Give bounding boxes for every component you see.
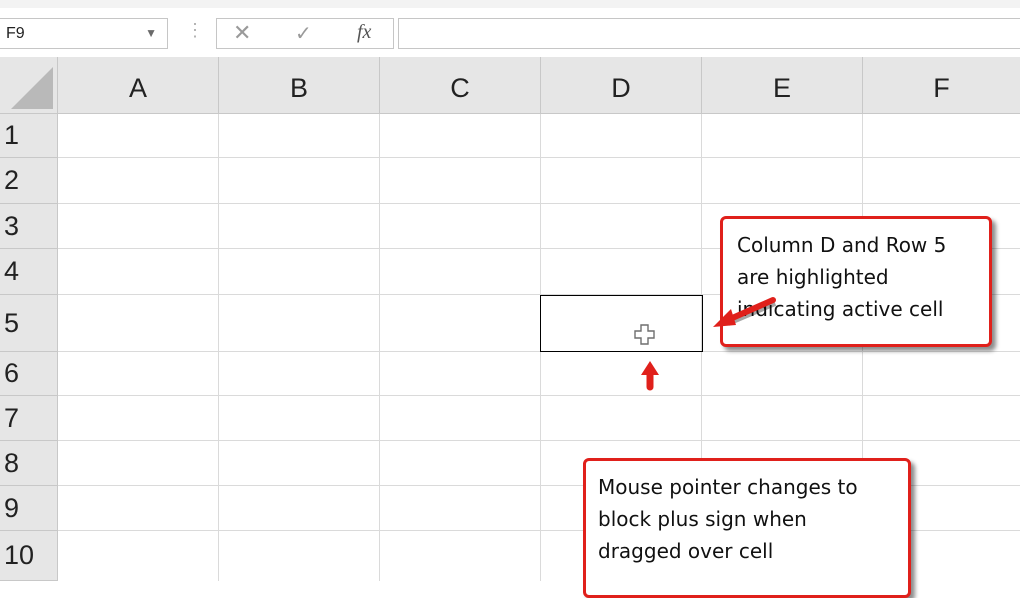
callout-line: Mouse pointer changes to [598, 475, 858, 499]
row-gridline [58, 351, 1020, 352]
callout-mouse-pointer: Mouse pointer changes to block plus sign… [583, 458, 911, 598]
select-all-button[interactable] [0, 57, 58, 114]
name-box[interactable]: F9 ▼ [0, 18, 168, 49]
callout-line: are highlighted [737, 265, 889, 289]
column-header-a[interactable]: A [58, 57, 219, 114]
column-header-f[interactable]: F [863, 57, 1020, 114]
row-header-9[interactable]: 9 [0, 486, 58, 531]
name-box-dropdown-icon[interactable]: ▼ [145, 26, 157, 40]
cancel-icon[interactable]: ✕ [233, 20, 251, 46]
select-all-icon [11, 67, 53, 109]
enter-icon[interactable]: ✓ [295, 21, 312, 46]
formula-buttons: ✕ ✓ fx [216, 18, 394, 49]
column-header-e[interactable]: E [702, 57, 863, 114]
column-header-d[interactable]: D [541, 57, 702, 114]
arrow-to-pointer [641, 361, 659, 391]
callout-line: block plus sign when [598, 507, 807, 531]
worksheet-grid: A B C D E F 1 2 3 4 5 6 7 8 9 10 Column … [0, 57, 1020, 598]
callout-active-cell: Column D and Row 5 are highlighted indic… [720, 216, 992, 347]
row-header-8[interactable]: 8 [0, 441, 58, 486]
column-header-b[interactable]: B [219, 57, 380, 114]
window-top-strip [0, 0, 1020, 8]
row-header-1[interactable]: 1 [0, 114, 58, 158]
name-box-value: F9 [6, 25, 25, 42]
row-header-6[interactable]: 6 [0, 352, 58, 396]
formula-bar: F9 ▼ ⋮ ✕ ✓ fx [0, 8, 1020, 58]
row-header-3[interactable]: 3 [0, 204, 58, 249]
formula-bar-grip-icon[interactable]: ⋮ [186, 21, 204, 39]
row-header-5[interactable]: 5 [0, 295, 58, 352]
row-header-2[interactable]: 2 [0, 158, 58, 204]
formula-input[interactable] [398, 18, 1020, 49]
row-gridline [58, 203, 1020, 204]
insert-function-icon[interactable]: fx [357, 21, 371, 44]
callout-line: dragged over cell [598, 539, 774, 563]
column-gridline [218, 114, 219, 581]
row-header-4[interactable]: 4 [0, 249, 58, 295]
callout-line: indicating active cell [737, 297, 944, 321]
block-plus-icon [634, 324, 655, 345]
row-header-7[interactable]: 7 [0, 396, 58, 441]
active-cell-d5[interactable] [540, 295, 703, 352]
callout-line: Column D and Row 5 [737, 233, 947, 257]
row-gridline [58, 395, 1020, 396]
row-gridline [58, 157, 1020, 158]
column-header-c[interactable]: C [380, 57, 541, 114]
row-gridline [58, 440, 1020, 441]
column-gridline [379, 114, 380, 581]
row-header-10[interactable]: 10 [0, 531, 58, 581]
